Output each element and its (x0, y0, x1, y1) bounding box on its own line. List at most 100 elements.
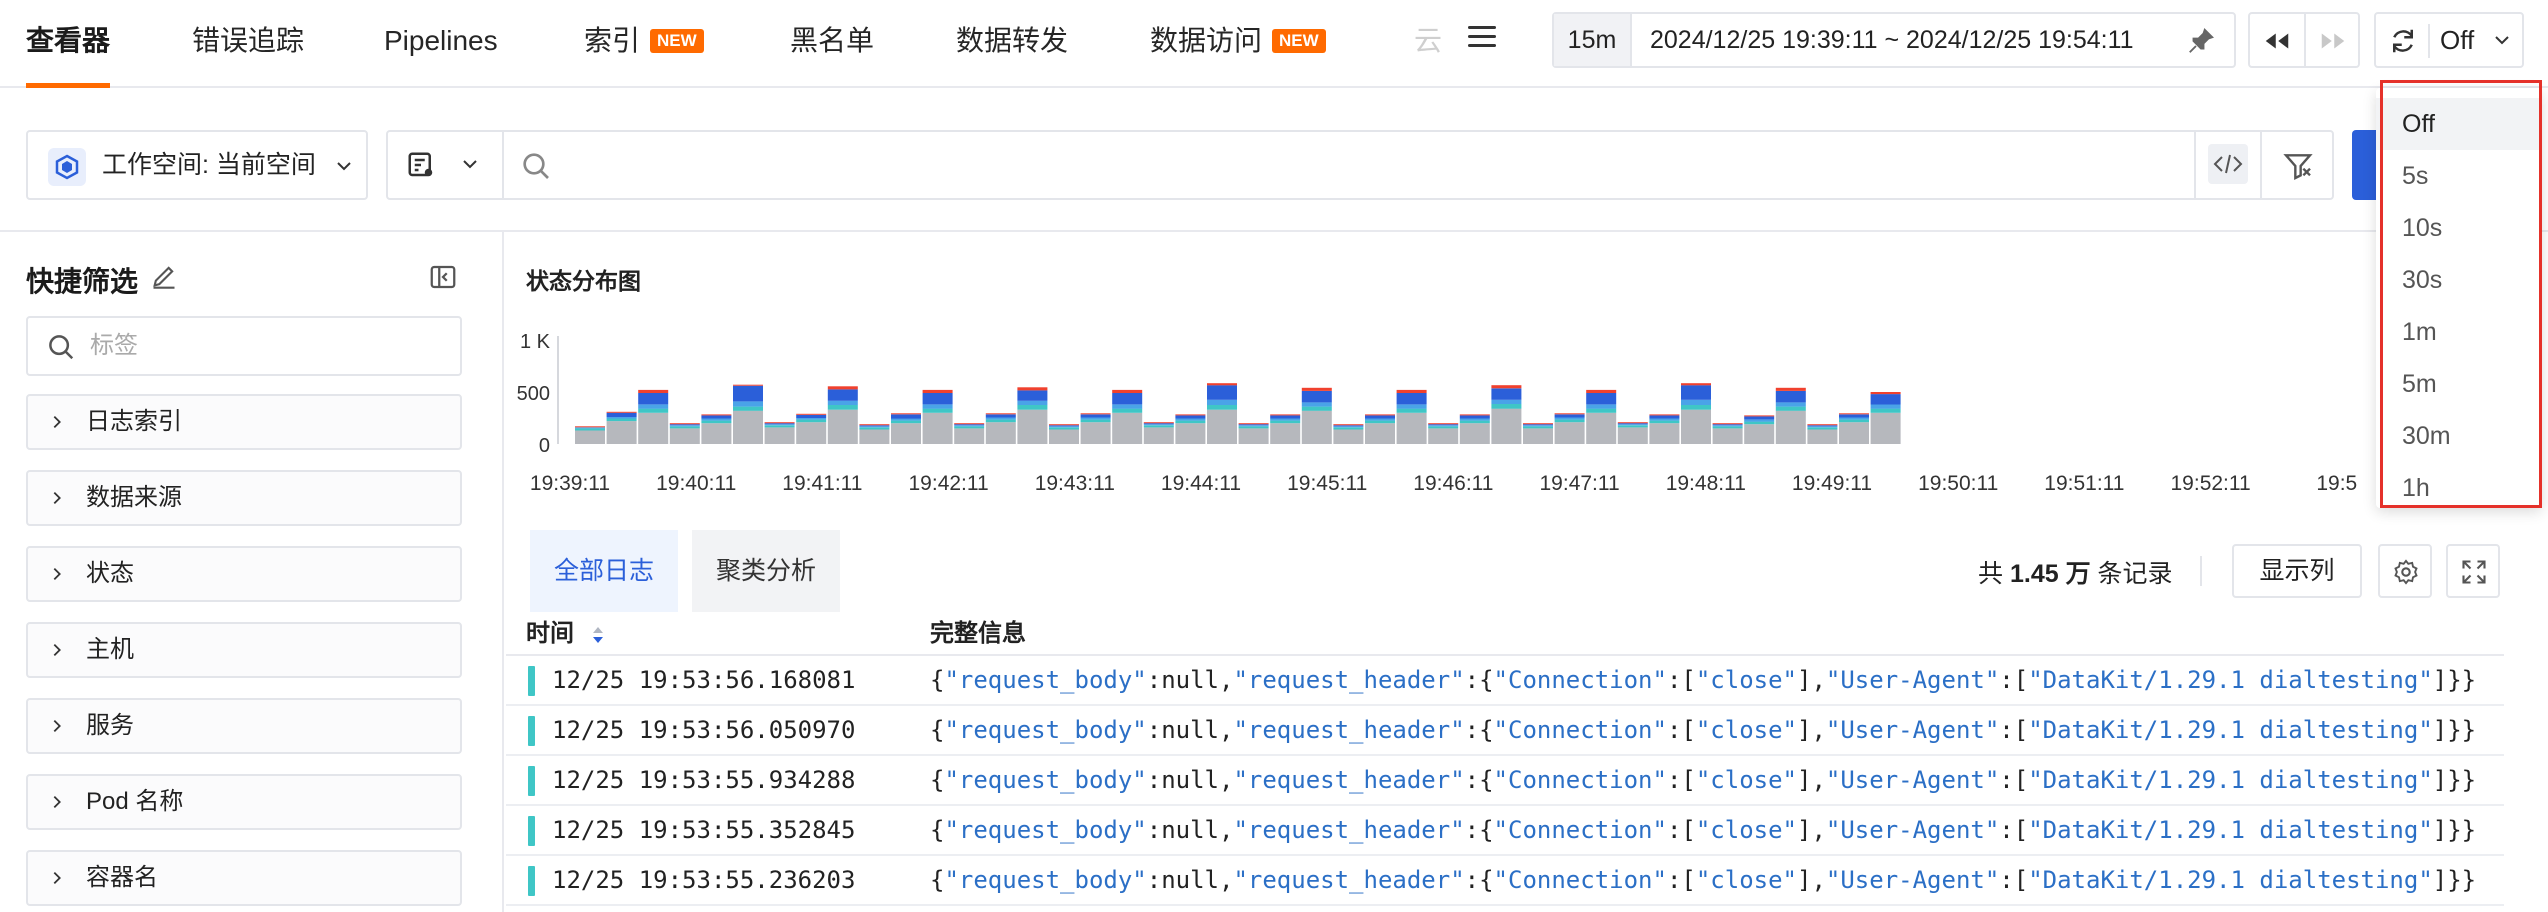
bar-segment[interactable] (1238, 424, 1269, 426)
bar-segment[interactable] (764, 423, 795, 425)
bar-segment[interactable] (1649, 420, 1680, 424)
refresh-option-1h[interactable]: 1h (2376, 462, 2542, 514)
bar-segment[interactable] (954, 423, 985, 425)
bar-segment[interactable] (1428, 428, 1459, 444)
bar-segment[interactable] (1112, 389, 1143, 393)
bar-segment[interactable] (638, 389, 669, 393)
bar-segment[interactable] (1333, 429, 1364, 444)
bar-segment[interactable] (1554, 414, 1585, 418)
bar-segment[interactable] (764, 422, 795, 424)
bar-segment[interactable] (827, 389, 858, 401)
bar-segment[interactable] (733, 401, 763, 407)
tab-error-tracking[interactable]: 错误追踪 (192, 0, 304, 86)
column-message[interactable]: 完整信息 (930, 612, 1026, 656)
workspace-selector[interactable]: 工作空间: 当前空间 (26, 130, 368, 200)
bar-segment[interactable] (638, 408, 669, 413)
settings-button[interactable] (2378, 544, 2432, 598)
bar-segment[interactable] (1870, 394, 1901, 405)
bar-segment[interactable] (1049, 426, 1079, 428)
bar-segment[interactable] (985, 414, 1016, 418)
tab-data-forwarding[interactable]: 数据转发 (956, 0, 1068, 86)
bar-segment[interactable] (1775, 410, 1806, 444)
bar-segment[interactable] (1617, 425, 1648, 428)
bar-segment[interactable] (954, 426, 985, 429)
bar-segment[interactable] (1175, 418, 1206, 421)
bar-segment[interactable] (1428, 424, 1459, 426)
bar-segment[interactable] (1365, 423, 1395, 444)
bar-segment[interactable] (638, 412, 669, 444)
facet-pod-name[interactable]: Pod 名称 (26, 774, 462, 830)
bar-segment[interactable] (954, 428, 985, 444)
table-row[interactable]: 12/25 19:53:56.050970 {"request_body":nul… (506, 706, 2504, 756)
facet-host[interactable]: 主机 (26, 622, 462, 678)
bar-segment[interactable] (1365, 415, 1395, 419)
bar-segment[interactable] (1744, 416, 1775, 420)
bar-segment[interactable] (669, 426, 700, 429)
bar-segment[interactable] (1491, 399, 1522, 404)
refresh-value[interactable]: Off (2440, 14, 2474, 66)
bar-segment[interactable] (1333, 426, 1364, 428)
bar-segment[interactable] (1459, 420, 1490, 424)
column-time[interactable]: 时间 (526, 612, 574, 656)
bar-segment[interactable] (1712, 428, 1743, 444)
bar-segment[interactable] (669, 424, 700, 426)
bar-segment[interactable] (1270, 418, 1301, 421)
search-input[interactable] (564, 140, 2064, 190)
bar-segment[interactable] (1839, 417, 1869, 420)
bar-segment[interactable] (1491, 408, 1522, 444)
data-source-selector[interactable] (388, 132, 504, 198)
bar-segment[interactable] (1554, 419, 1585, 423)
sort-icon[interactable] (590, 624, 606, 646)
bar-segment[interactable] (1112, 393, 1143, 405)
bar-segment[interactable] (922, 389, 953, 393)
bar-segment[interactable] (764, 424, 795, 426)
bar-segment[interactable] (1396, 404, 1427, 409)
bar-segment[interactable] (891, 413, 921, 415)
bar-segment[interactable] (669, 428, 700, 444)
bar-segment[interactable] (891, 414, 921, 419)
tab-all-logs[interactable]: 全部日志 (530, 530, 679, 612)
auto-refresh-selector[interactable]: Off (2374, 12, 2524, 68)
tab-index[interactable]: 索引 NEW (584, 0, 704, 86)
code-mode-button[interactable] (2194, 132, 2260, 198)
bar-segment[interactable] (1775, 402, 1806, 407)
bar-segment[interactable] (575, 426, 605, 428)
bar-segment[interactable] (1807, 429, 1838, 444)
bar-segment[interactable] (1839, 419, 1869, 423)
collapse-panel-icon[interactable] (428, 262, 458, 292)
bar-segment[interactable] (1649, 415, 1680, 419)
tab-cluster-analysis[interactable]: 聚类分析 (692, 530, 841, 612)
bar-segment[interactable] (859, 424, 890, 426)
bar-segment[interactable] (1238, 426, 1269, 429)
filter-button[interactable] (2260, 132, 2334, 198)
bar-segment[interactable] (1017, 400, 1048, 405)
tab-blacklist[interactable]: 黑名单 (790, 0, 874, 86)
bar-segment[interactable] (669, 423, 700, 425)
bar-segment[interactable] (954, 425, 985, 427)
bar-segment[interactable] (1049, 424, 1079, 426)
bar-segment[interactable] (1459, 418, 1490, 421)
bar-segment[interactable] (1586, 408, 1617, 413)
bar-segment[interactable] (1523, 428, 1553, 444)
bar-segment[interactable] (1175, 420, 1206, 424)
bar-segment[interactable] (1365, 420, 1395, 424)
bar-segment[interactable] (1143, 422, 1174, 424)
bar-segment[interactable] (1301, 410, 1332, 444)
bar-segment[interactable] (1365, 418, 1395, 421)
bar-segment[interactable] (985, 419, 1016, 423)
time-range-text[interactable]: 2024/12/25 19:39:11 ~ 2024/12/25 19:54:1… (1650, 14, 2134, 66)
bar-segment[interactable] (1459, 423, 1490, 444)
bar-segment[interactable] (1207, 399, 1237, 405)
bar-segment[interactable] (1775, 387, 1806, 391)
bar-segment[interactable] (638, 404, 669, 409)
bar-segment[interactable] (764, 425, 795, 428)
bar-segment[interactable] (1333, 427, 1364, 430)
menu-icon[interactable] (1468, 26, 1496, 54)
bar-segment[interactable] (1807, 426, 1838, 428)
bar-segment[interactable] (1617, 427, 1648, 444)
facet-service[interactable]: 服务 (26, 698, 462, 754)
bar-segment[interactable] (827, 400, 858, 405)
bar-segment[interactable] (859, 429, 890, 444)
bar-segment[interactable] (606, 421, 637, 444)
bar-segment[interactable] (1744, 415, 1775, 417)
